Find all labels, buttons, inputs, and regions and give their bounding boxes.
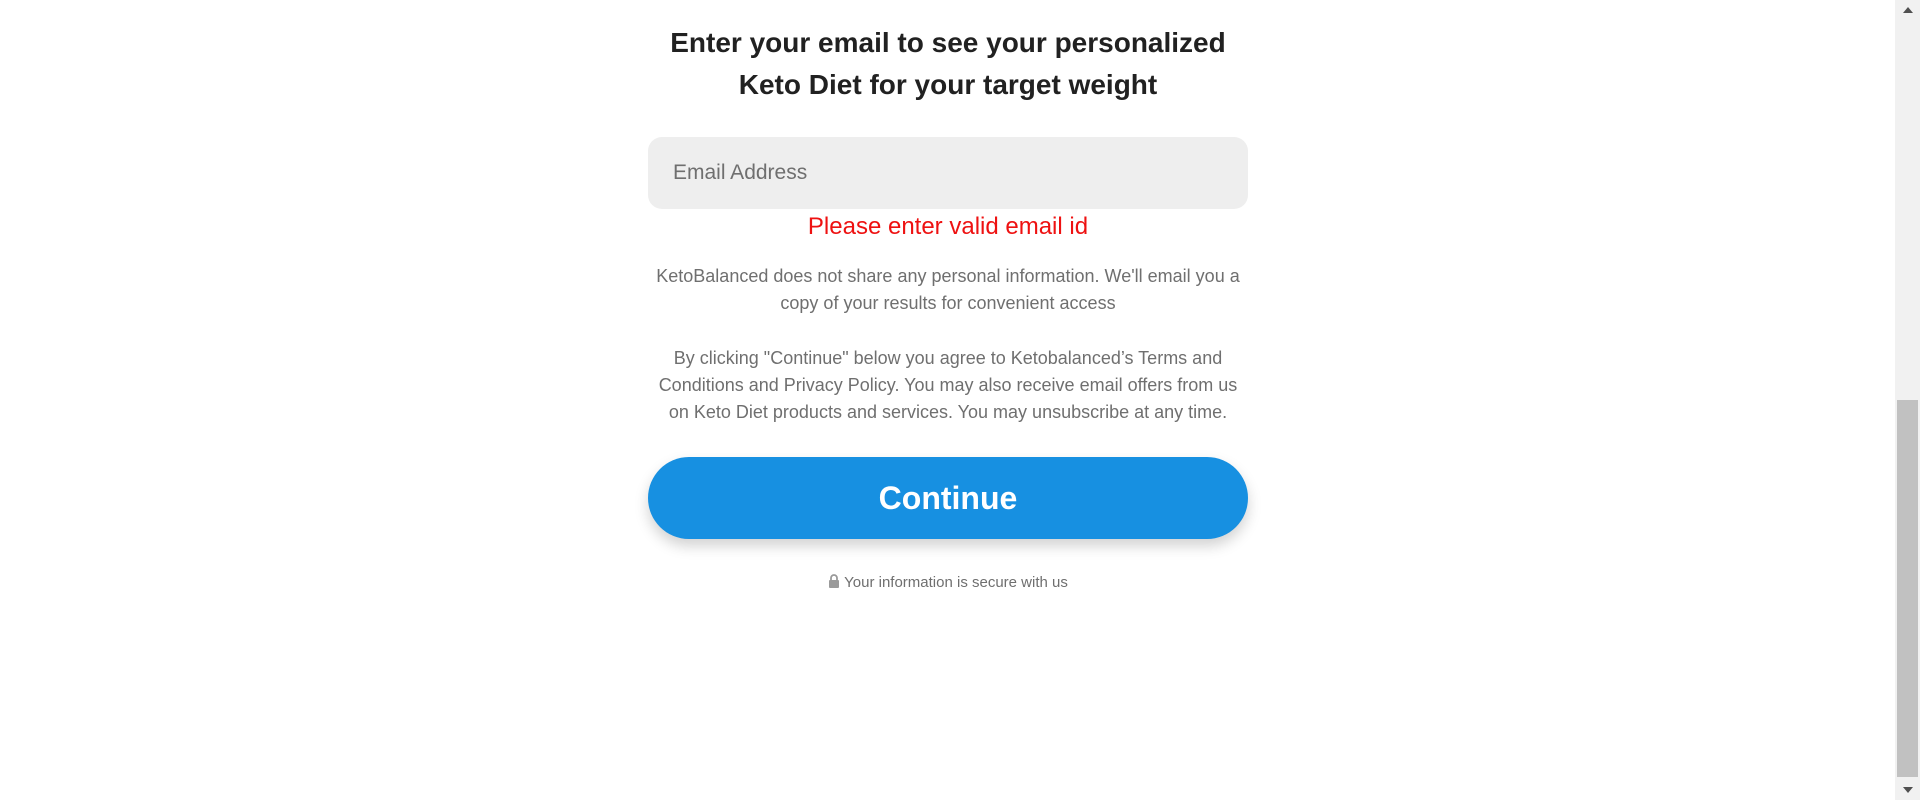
privacy-notice: KetoBalanced does not share any personal…: [656, 266, 1240, 313]
scrollbar-thumb[interactable]: [1897, 400, 1918, 777]
terms-notice: By clicking "Continue" below you agree t…: [658, 348, 1238, 422]
secure-note-text: Your information is secure with us: [844, 574, 1068, 591]
email-capture-form: Enter your email to see your personalize…: [648, 0, 1248, 594]
vertical-scrollbar[interactable]: [1895, 0, 1920, 800]
lock-icon: [828, 574, 840, 594]
email-error-message: Please enter valid email id: [807, 213, 1089, 240]
continue-button[interactable]: Continue: [648, 457, 1248, 539]
page-title-line2: Keto Diet for your target weight: [738, 69, 1158, 100]
scroll-up-arrow-icon[interactable]: [1895, 0, 1920, 20]
page-title-line1: Enter your email to see your personalize…: [670, 27, 1226, 58]
scroll-down-arrow-icon[interactable]: [1895, 780, 1920, 800]
page-title: Enter your email to see your personalize…: [648, 0, 1248, 106]
page: Enter your email to see your personalize…: [0, 0, 1920, 800]
secure-note: Your information is secure with us: [648, 573, 1248, 594]
email-field[interactable]: [648, 137, 1248, 209]
